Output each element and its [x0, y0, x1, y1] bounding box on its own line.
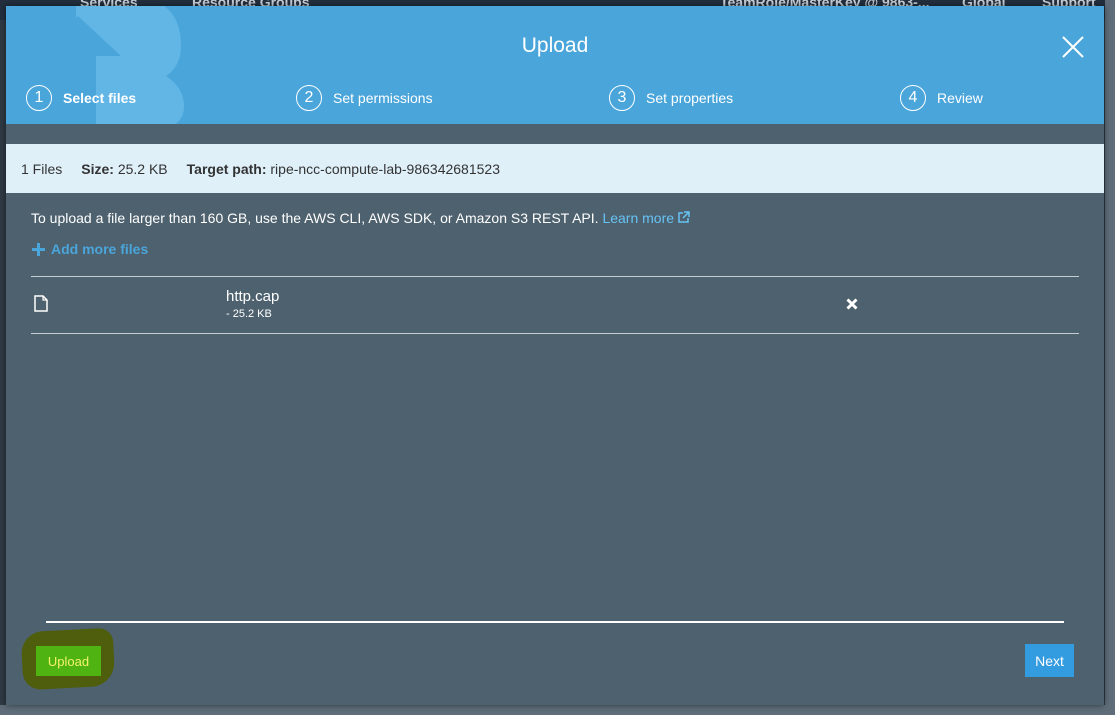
- total-size: Size: 25.2 KB: [81, 161, 167, 177]
- step-label: Set permissions: [333, 90, 433, 106]
- file-size: - 25.2 KB: [226, 308, 272, 320]
- step-set-properties[interactable]: 3 Set properties: [609, 84, 733, 112]
- file-name: http.cap: [226, 288, 280, 305]
- step-select-files[interactable]: 1 Select files: [26, 84, 136, 112]
- close-icon[interactable]: [1061, 35, 1085, 59]
- large-file-info: To upload a file larger than 160 GB, use…: [31, 210, 690, 226]
- step-label: Review: [937, 90, 983, 106]
- file-icon: [34, 295, 48, 312]
- external-link-icon: [678, 211, 690, 223]
- upload-button[interactable]: Upload: [36, 646, 101, 676]
- step-number-circle: 1: [26, 85, 52, 111]
- upload-summary-bar: 1 Files Size: 25.2 KB Target path: ripe-…: [6, 144, 1104, 193]
- step-label: Set properties: [646, 90, 734, 106]
- background-page-edge: [1105, 0, 1115, 715]
- step-label: Select files: [63, 90, 137, 106]
- background-page-bottom: [0, 705, 1115, 715]
- size-value: 25.2 KB: [117, 160, 168, 177]
- large-file-info-text: To upload a file larger than 160 GB, use…: [31, 210, 599, 226]
- size-label: Size:: [81, 160, 114, 177]
- modal-header: Upload 1 Select files 2 Set permissions …: [6, 6, 1104, 124]
- step-review[interactable]: 4 Review: [900, 84, 983, 112]
- target-path-label: Target path:: [186, 160, 267, 177]
- learn-more-link[interactable]: Learn more: [602, 210, 690, 226]
- next-button[interactable]: Next: [1025, 644, 1074, 677]
- file-list: http.cap - 25.2 KB: [31, 276, 1079, 334]
- add-more-files-label: Add more files: [51, 241, 149, 257]
- remove-file-icon[interactable]: [846, 298, 858, 310]
- plus-icon: [32, 242, 45, 256]
- upload-modal: Upload 1 Select files 2 Set permissions …: [6, 6, 1104, 705]
- footer-divider: [46, 621, 1064, 623]
- learn-more-label: Learn more: [602, 210, 675, 226]
- step-number-circle: 4: [900, 85, 926, 111]
- target-path-value: ripe-ncc-compute-lab-986342681523: [270, 160, 500, 177]
- step-number-circle: 3: [609, 85, 635, 111]
- file-count: 1 Files: [21, 160, 63, 177]
- target-path: Target path: ripe-ncc-compute-lab-986342…: [187, 161, 500, 177]
- step-number-circle: 2: [296, 85, 322, 111]
- step-set-permissions[interactable]: 2 Set permissions: [296, 84, 433, 112]
- add-more-files-button[interactable]: Add more files: [32, 241, 148, 257]
- modal-title: Upload: [521, 34, 589, 57]
